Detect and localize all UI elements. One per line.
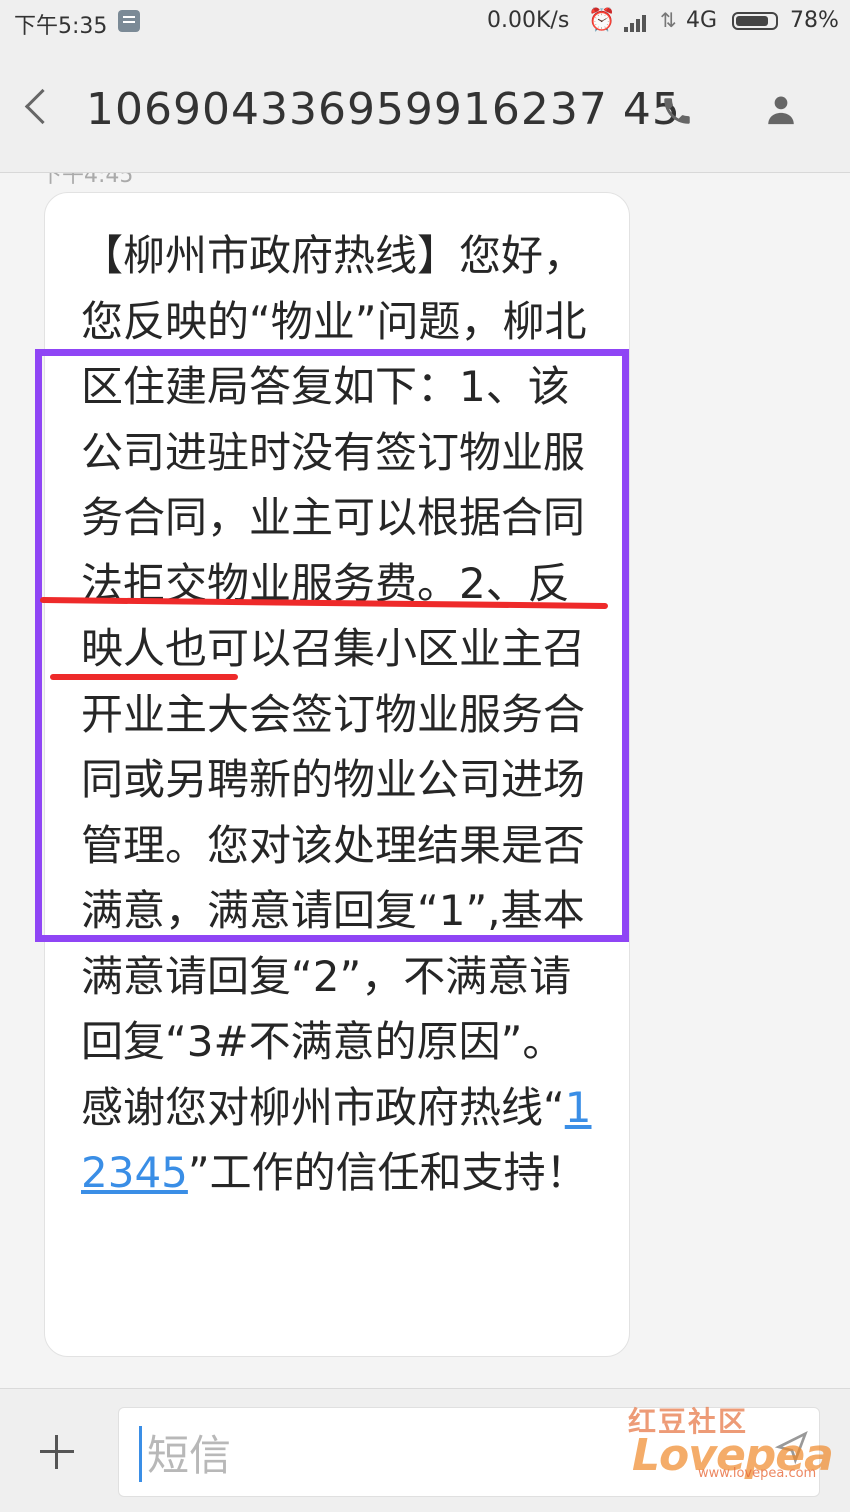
status-bar: 下午5:35 0.00K/s ⏰ ⇅ 4G 78% [0,0,850,44]
composer-bar: 短信 [0,1388,850,1512]
contact-number: 106904336959916237 45 [86,84,681,135]
notification-icon [118,10,140,32]
underline-annotation [50,674,238,680]
battery-percent: 78% [790,8,839,33]
conversation-header: 106904336959916237 45 [0,44,850,173]
call-icon[interactable] [660,94,694,128]
send-icon[interactable] [772,1427,812,1467]
network-type: 4G [686,8,718,33]
message-input[interactable]: 短信 [118,1407,820,1497]
signal-secondary-icon: ⇅ [660,8,677,32]
battery-icon [732,12,778,30]
back-icon[interactable] [24,88,61,125]
contact-icon[interactable] [764,92,798,128]
signal-icon [624,12,650,32]
message-thread[interactable]: 下午4:45 【柳州市政府热线】您好，您反映的“物业”问题，柳北区住建局答复如下… [0,173,850,1388]
status-time: 下午5:35 [14,14,108,39]
highlight-annotation-box [35,349,629,942]
text-cursor [139,1426,142,1482]
message-tail: ”工作的信任和支持！ [187,1148,588,1197]
message-input-placeholder: 短信 [147,1431,232,1480]
alarm-icon: ⏰ [588,8,616,33]
message-timestamp: 下午4:45 [40,173,134,188]
net-speed: 0.00K/s [487,8,570,33]
add-icon[interactable] [40,1435,74,1469]
